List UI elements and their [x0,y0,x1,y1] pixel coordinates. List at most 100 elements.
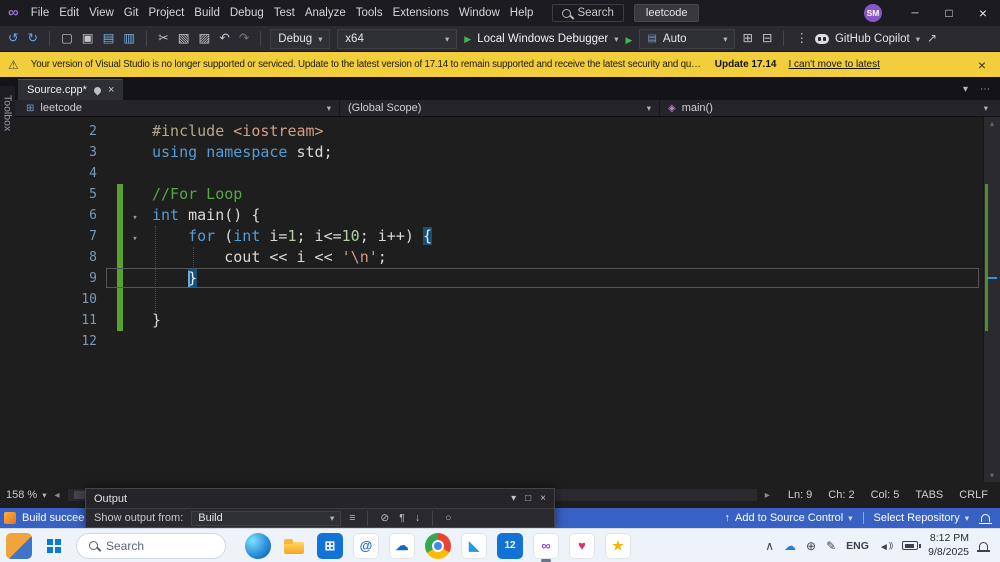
menu-test[interactable]: Test [269,0,300,26]
file-explorer-icon[interactable] [281,533,307,559]
navigate-forward-icon[interactable]: ↻ [27,32,37,45]
cut-icon[interactable]: ✂ [158,32,168,45]
onedrive-app-icon[interactable]: ☁ [389,533,415,559]
menu-debug[interactable]: Debug [225,0,269,26]
minimize-button[interactable] [898,0,932,26]
code-line[interactable]: 6int main() { [0,205,983,226]
scroll-down-icon[interactable]: ▾ [984,471,1000,480]
line-indicator[interactable]: Ln: 9 [788,489,812,501]
code-editor[interactable]: 2#include <iostream>3using namespace std… [0,117,1000,482]
undo-icon[interactable]: ↶ [219,32,229,45]
code-area[interactable]: 2#include <iostream>3using namespace std… [0,121,983,352]
favorites-icon[interactable]: ★ [605,533,631,559]
toolbar-overflow-icon[interactable]: ⋮ [795,32,808,45]
scroll-right-icon[interactable]: ▸ [765,490,770,501]
store-icon[interactable]: ⊞ [317,533,343,559]
code-line[interactable]: 10 [0,289,983,310]
word-wrap-icon[interactable]: ¶ [399,513,405,524]
menu-edit[interactable]: Edit [54,0,84,26]
visual-studio-icon[interactable]: ∞ [533,533,559,559]
code-line[interactable]: 4 [0,163,983,184]
clock[interactable]: 8:12 PM 9/8/2025 [928,532,969,558]
menu-extensions[interactable]: Extensions [388,0,454,26]
find-message-icon[interactable]: ≡ [349,513,355,524]
notification-bell-icon[interactable] [979,542,988,550]
line-ending-indicator[interactable]: CRLF [959,489,988,501]
network-icon[interactable]: ⊕ [806,540,816,552]
tab-options-icon[interactable]: ⋯ [980,84,990,95]
scroll-left-icon[interactable]: ◂ [54,490,59,501]
maximize-button[interactable] [932,0,966,26]
mail-icon[interactable]: @ [353,533,379,559]
save-all-icon[interactable]: ▥ [123,32,135,45]
solution-configurations-dropdown[interactable]: Debug [270,29,330,49]
start-without-debugging-icon[interactable] [626,30,633,48]
copy-icon[interactable]: ▧ [178,32,190,45]
code-line[interactable]: 8 cout << i << '\n'; [0,247,983,268]
code-line[interactable]: 11} [0,310,983,331]
taskbar-search[interactable]: Search [76,533,226,559]
github-copilot-button[interactable]: GitHub Copilot [815,33,920,45]
select-repository-button[interactable]: Select Repository [874,512,970,524]
maximize-panel-icon[interactable]: □ [525,494,531,504]
indent-indicator[interactable]: TABS [915,489,943,501]
window-position-icon[interactable]: ▾ [511,494,516,504]
code-line[interactable]: 5//For Loop [0,184,983,205]
toolbox-tab[interactable]: Toolbox [0,86,15,140]
tab-list-icon[interactable]: ▾ [963,84,968,95]
user-avatar[interactable]: SM [864,4,882,22]
column-indicator[interactable]: Col: 5 [871,489,900,501]
tab-source-cpp[interactable]: Source.cpp* × [18,79,123,100]
save-icon[interactable]: ▤ [103,32,115,45]
new-file-icon[interactable]: ▢ [61,32,73,45]
code-line[interactable]: 7 for (int i=1; i<=10; i++) { [0,226,983,247]
output-panel-header[interactable]: Output ▾□× [86,489,554,508]
close-button[interactable] [966,0,1000,26]
history-icon[interactable]: ○ [445,513,451,524]
dismiss-link[interactable]: I can't move to latest [788,59,879,70]
menu-build[interactable]: Build [189,0,225,26]
title-search[interactable]: Search [552,4,623,22]
tray-chevron-icon[interactable]: ∧ [765,540,774,552]
menu-view[interactable]: View [84,0,119,26]
volume-icon[interactable] [879,537,892,555]
start-debugging-button[interactable]: Local Windows Debugger [464,33,618,45]
onedrive-tray-icon[interactable]: ☁ [784,540,796,552]
menu-analyze[interactable]: Analyze [300,0,351,26]
edge-icon[interactable] [245,533,271,559]
pinned-app-icon[interactable] [6,533,32,559]
solution-name-button[interactable]: leetcode [634,4,700,22]
menu-help[interactable]: Help [505,0,539,26]
menu-window[interactable]: Window [454,0,505,26]
tab-close-icon[interactable]: × [108,84,114,96]
open-folder-icon[interactable]: ▣ [82,32,94,45]
immediate-window-icon[interactable]: ⊟ [762,32,772,45]
code-line[interactable]: 9 } [0,268,983,289]
infobar-close-icon[interactable]: × [972,57,992,73]
project-dropdown[interactable]: ⊞ leetcode [18,100,340,116]
paste-icon[interactable]: ▨ [199,32,211,45]
code-line[interactable]: 2#include <iostream> [0,121,983,142]
zoom-control[interactable]: 158 % [6,489,46,501]
auto-attach-dropdown[interactable]: ▤ Auto [639,29,735,49]
close-panel-icon[interactable]: × [540,494,546,504]
battery-icon[interactable] [902,541,918,550]
language-indicator[interactable]: ENG [846,540,869,552]
start-button[interactable] [41,533,67,559]
notifications-bell-icon[interactable] [981,514,990,522]
menu-project[interactable]: Project [143,0,189,26]
member-dropdown[interactable]: ◈ main() [660,100,1000,116]
navigate-backward-icon[interactable]: ↺ [8,32,18,45]
pin-icon[interactable] [92,85,102,95]
clear-all-icon[interactable]: ⊘ [380,513,389,524]
scope-dropdown[interactable]: (Global Scope) [340,100,660,116]
menu-tools[interactable]: Tools [351,0,388,26]
vertical-scrollbar[interactable]: ▴ ▾ [983,117,1000,482]
char-indicator[interactable]: Ch: 2 [828,489,854,501]
share-icon[interactable] [927,32,937,45]
pen-icon[interactable]: ✎ [826,540,836,552]
code-line[interactable]: 3using namespace std; [0,142,983,163]
scroll-up-icon[interactable]: ▴ [984,119,1000,128]
breakpoints-window-icon[interactable]: ⊞ [742,32,752,45]
add-to-source-control-button[interactable]: ↑ Add to Source Control [724,512,852,524]
